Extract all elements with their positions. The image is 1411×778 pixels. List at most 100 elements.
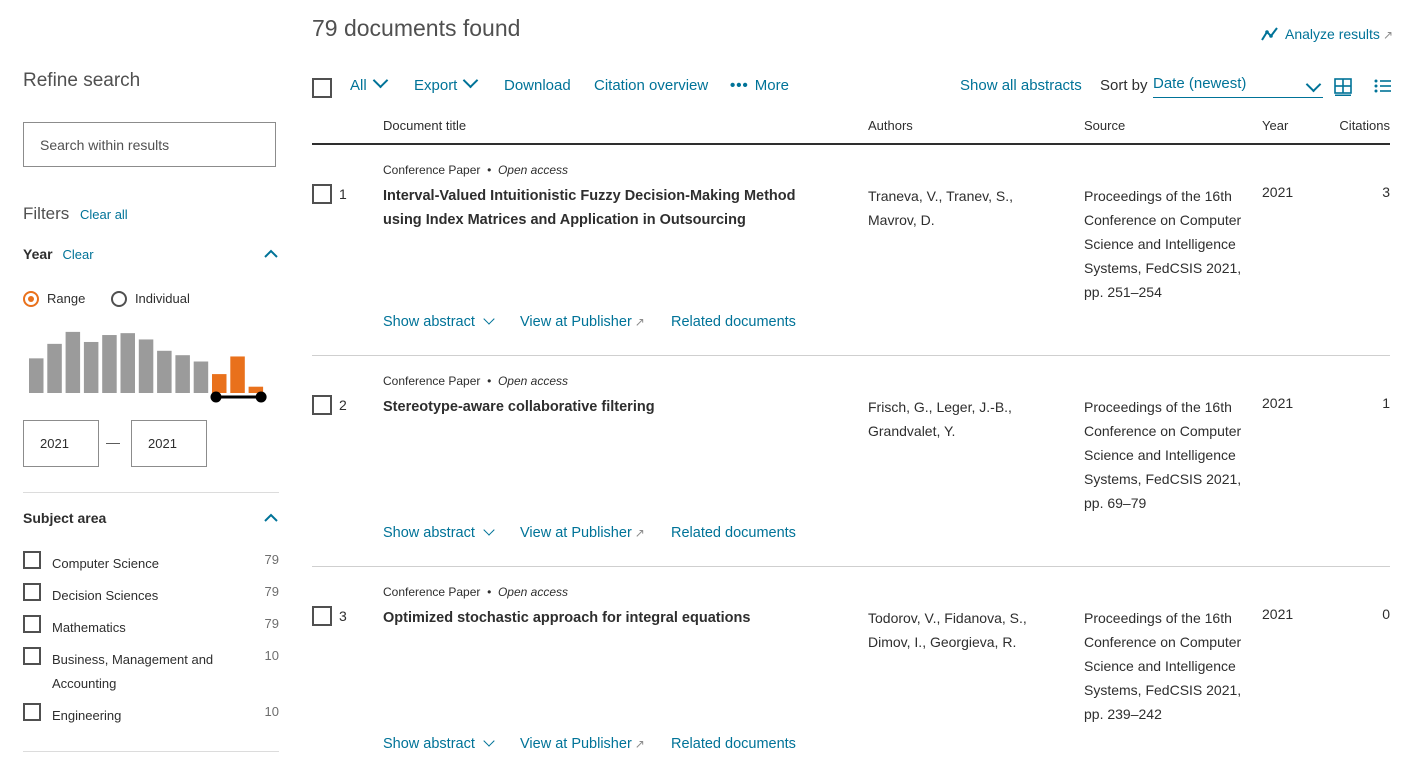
row-checkbox[interactable] bbox=[312, 395, 332, 415]
citations-count[interactable]: 0 bbox=[1382, 606, 1390, 622]
year-clear-link[interactable]: Clear bbox=[62, 247, 93, 262]
view-at-publisher-link[interactable]: View at Publisher ↗ bbox=[520, 525, 645, 541]
related-documents-link[interactable]: Related documents bbox=[671, 736, 796, 752]
chevron-up-icon[interactable] bbox=[263, 246, 279, 262]
subject-name: Business, Management and Accounting bbox=[52, 652, 214, 691]
year-filter-header[interactable]: Year Clear bbox=[23, 246, 279, 262]
search-within-input[interactable] bbox=[23, 122, 276, 167]
col-year[interactable]: Year bbox=[1262, 118, 1288, 133]
export-dropdown[interactable]: Export bbox=[414, 72, 479, 94]
view-at-publisher-link[interactable]: View at Publisher ↗ bbox=[520, 314, 645, 330]
year-histogram[interactable] bbox=[25, 330, 275, 405]
sort-select[interactable]: Date (newest) bbox=[1153, 75, 1323, 98]
col-citations[interactable]: Citations bbox=[1339, 118, 1390, 133]
year-text: 2021 bbox=[1262, 606, 1294, 622]
col-authors[interactable]: Authors bbox=[868, 118, 913, 133]
authors-text[interactable]: Todorov, V., Fidanova, S., Dimov, I., Ge… bbox=[868, 606, 1058, 654]
show-abstract-label: Show abstract bbox=[383, 736, 475, 752]
document-type: Conference Paper • Open access bbox=[383, 585, 568, 599]
source-text: Proceedings of the 16th Conference on Co… bbox=[1084, 188, 1242, 300]
col-document-title[interactable]: Document title bbox=[383, 118, 466, 133]
divider bbox=[23, 492, 279, 493]
document-title-link[interactable]: Interval-Valued Intuitionistic Fuzzy Dec… bbox=[383, 184, 813, 232]
select-all-checkbox[interactable] bbox=[312, 78, 332, 98]
subject-item-business[interactable]: Business, Management and Accounting 10 bbox=[23, 647, 279, 691]
related-documents-link[interactable]: Related documents bbox=[671, 314, 796, 330]
citation-overview-button[interactable]: Citation overview bbox=[594, 77, 708, 94]
subject-count: 10 bbox=[264, 704, 279, 719]
year-from-input[interactable]: 2021 bbox=[23, 420, 99, 467]
citations-count[interactable]: 3 bbox=[1382, 184, 1390, 200]
range-radio-label: Range bbox=[47, 291, 86, 307]
subject-checkbox[interactable] bbox=[23, 703, 41, 721]
subject-item-engineering[interactable]: Engineering 10 bbox=[23, 703, 279, 723]
chevron-down-icon bbox=[463, 72, 479, 89]
refine-search-title: Refine search bbox=[23, 70, 141, 91]
document-title-link[interactable]: Optimized stochastic approach for integr… bbox=[383, 606, 813, 630]
show-all-abstracts-link[interactable]: Show all abstracts bbox=[960, 77, 1082, 94]
subject-area-header[interactable]: Subject area bbox=[23, 510, 279, 526]
histogram-bar bbox=[193, 361, 209, 393]
results-toolbar: All Export Download Citation overview ••… bbox=[312, 72, 1392, 99]
show-abstract-button[interactable]: Show abstract bbox=[383, 735, 495, 752]
col-source[interactable]: Source bbox=[1084, 118, 1125, 133]
subject-item-mathematics[interactable]: Mathematics 79 bbox=[23, 615, 279, 635]
analyze-results-label: Analyze results bbox=[1285, 26, 1380, 42]
chevron-down-icon bbox=[1305, 76, 1322, 93]
subject-checkbox[interactable] bbox=[23, 551, 41, 569]
more-button[interactable]: ••• More bbox=[730, 77, 789, 94]
document-type: Conference Paper • Open access bbox=[383, 374, 568, 388]
subject-item-computer-science[interactable]: Computer Science 79 bbox=[23, 551, 279, 571]
source-text: Proceedings of the 16th Conference on Co… bbox=[1084, 399, 1242, 511]
document-title-link[interactable]: Stereotype-aware collaborative filtering bbox=[383, 395, 813, 419]
chevron-up-icon[interactable] bbox=[263, 510, 279, 526]
histogram-bar bbox=[175, 355, 190, 393]
show-abstract-button[interactable]: Show abstract bbox=[383, 524, 495, 541]
view-publisher-label: View at Publisher bbox=[520, 525, 632, 541]
subject-checkbox[interactable] bbox=[23, 615, 41, 633]
more-dots-icon: ••• bbox=[730, 77, 749, 94]
export-label: Export bbox=[414, 77, 458, 94]
related-documents-link[interactable]: Related documents bbox=[671, 525, 796, 541]
download-button[interactable]: Download bbox=[504, 77, 571, 94]
subject-checkbox[interactable] bbox=[23, 583, 41, 601]
authors-text[interactable]: Traneva, V., Tranev, S., Mavrov, D. bbox=[868, 184, 1058, 232]
subject-item-decision-sciences[interactable]: Decision Sciences 79 bbox=[23, 583, 279, 603]
row-number: 3 bbox=[339, 608, 347, 624]
range-radio[interactable] bbox=[23, 290, 39, 307]
year-filter-label: Year bbox=[23, 246, 53, 262]
chevron-down-icon bbox=[483, 735, 495, 747]
range-handle-end[interactable] bbox=[255, 391, 267, 403]
clear-all-link[interactable]: Clear all bbox=[80, 207, 128, 222]
citations-count[interactable]: 1 bbox=[1382, 395, 1390, 411]
subject-name: Mathematics bbox=[52, 620, 126, 635]
row-checkbox[interactable] bbox=[312, 184, 332, 204]
list-view-icon[interactable] bbox=[1374, 78, 1392, 94]
filters-label: Filters bbox=[23, 204, 70, 223]
trend-line-icon bbox=[1261, 27, 1278, 41]
more-label: More bbox=[754, 77, 789, 94]
all-dropdown[interactable]: All bbox=[350, 72, 388, 94]
year-text: 2021 bbox=[1262, 395, 1294, 411]
subject-count: 79 bbox=[264, 584, 279, 599]
external-link-icon: ↗ bbox=[634, 737, 645, 751]
subject-checkbox[interactable] bbox=[23, 647, 41, 665]
histogram-bar bbox=[157, 350, 172, 393]
individual-radio-label: Individual bbox=[134, 291, 190, 307]
row-number: 2 bbox=[339, 397, 347, 413]
row-checkbox[interactable] bbox=[312, 606, 332, 626]
subject-name: Decision Sciences bbox=[52, 588, 159, 603]
show-abstract-button[interactable]: Show abstract bbox=[383, 313, 495, 330]
view-at-publisher-link[interactable]: View at Publisher ↗ bbox=[520, 736, 645, 752]
grid-view-icon[interactable] bbox=[1334, 78, 1352, 96]
subject-count: 79 bbox=[264, 616, 279, 631]
year-mode-radios: Range Individual bbox=[23, 290, 212, 307]
range-handle-start[interactable] bbox=[210, 391, 222, 403]
chevron-down-icon bbox=[483, 313, 495, 325]
chevron-down-icon bbox=[372, 72, 388, 89]
analyze-results-link[interactable]: Analyze results ↗ bbox=[1261, 26, 1393, 42]
year-to-input[interactable]: 2021 bbox=[131, 420, 207, 467]
individual-radio[interactable] bbox=[110, 290, 127, 307]
open-access-label: Open access bbox=[497, 585, 568, 599]
authors-text[interactable]: Frisch, G., Leger, J.-B., Grandvalet, Y. bbox=[868, 395, 1058, 443]
